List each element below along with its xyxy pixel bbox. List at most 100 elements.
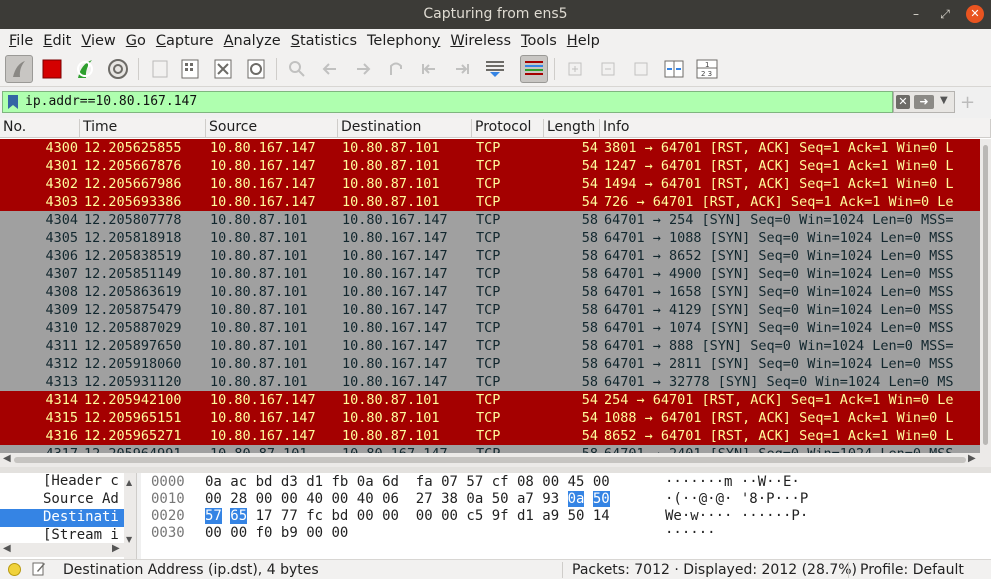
packet-row[interactable]: 4312 12.205918060 10.80.87.101 10.80.167.14… (0, 355, 980, 373)
apply-filter-icon[interactable]: ➜ (914, 95, 934, 109)
colorize-icon[interactable] (520, 55, 548, 83)
bytes-hex[interactable]: 57 65 17 77 fc bd 00 00 00 00 c5 9f d1 a… (205, 508, 610, 524)
packet-time: 12.205931120 (84, 374, 182, 390)
packet-row[interactable]: 4317 12.205964991 10.80.87.101 10.80.167.14… (0, 445, 980, 453)
bytes-hex[interactable]: 0a ac bd d3 d1 fb 0a 6d fa 07 57 cf 08 0… (205, 474, 610, 490)
detail-row[interactable]: [Header c (0, 473, 124, 491)
packet-length: 58 (581, 230, 598, 246)
scroll-left-icon[interactable]: ◀ (3, 453, 11, 464)
packet-row[interactable]: 4306 12.205838519 10.80.87.101 10.80.167.14… (0, 247, 980, 265)
bytes-ascii[interactable]: ·······m ··W··E· (665, 474, 800, 490)
main-toolbar: 2 31 (0, 52, 991, 87)
detail-row[interactable]: Source Ad (0, 491, 124, 509)
go-to-packet-icon[interactable] (382, 55, 410, 83)
packet-info: 64701 → 32778 [SYN] Seq=0 Win=1024 Len=0… (604, 374, 954, 390)
save-file-icon[interactable] (176, 55, 204, 83)
column-header-info[interactable]: Info (600, 119, 991, 138)
zoom-in-icon[interactable] (561, 55, 589, 83)
layout-icon[interactable]: 2 31 (693, 55, 721, 83)
packet-row[interactable]: 4315 12.205965151 10.80.167.147 10.80.87.10… (0, 409, 980, 427)
menu-edit[interactable]: Edit (38, 33, 76, 49)
bytes-ascii[interactable]: ······ (665, 525, 716, 541)
scroll-right-icon[interactable]: ▶ (968, 453, 976, 464)
add-filter-button-icon[interactable]: + (960, 92, 975, 113)
go-first-packet-icon[interactable] (415, 55, 443, 83)
column-header-time[interactable]: Time (80, 119, 206, 138)
resize-columns-icon[interactable] (660, 55, 688, 83)
bytes-hex[interactable]: 00 00 f0 b9 00 00 (205, 525, 348, 541)
packet-row[interactable]: 4316 12.205965271 10.80.167.147 10.80.87.10… (0, 427, 980, 445)
bytes-ascii[interactable]: ·(··@·@· '8·P···P (665, 491, 808, 507)
bookmark-icon[interactable] (7, 95, 19, 109)
close-file-icon[interactable] (209, 55, 237, 83)
packet-row[interactable]: 4308 12.205863619 10.80.87.101 10.80.167.14… (0, 283, 980, 301)
go-last-packet-icon[interactable] (448, 55, 476, 83)
detail-row[interactable]: Destinati (0, 509, 124, 527)
packet-row[interactable]: 4301 12.205667876 10.80.167.147 10.80.87.10… (0, 157, 980, 175)
packet-number: 4316 (45, 428, 78, 444)
details-vscroll[interactable]: ▲ ▼ (124, 473, 136, 559)
normal-size-icon[interactable] (627, 55, 655, 83)
menu-capture[interactable]: Capture (151, 33, 219, 49)
menu-file[interactable]: File (4, 33, 38, 49)
display-filter-input[interactable]: ip.addr==10.80.167.147 (2, 91, 893, 113)
open-file-icon[interactable] (146, 55, 174, 83)
packet-row[interactable]: 4300 12.205625855 10.80.167.147 10.80.87.10… (0, 139, 980, 157)
close-icon[interactable]: ✕ (966, 5, 984, 23)
menu-analyze[interactable]: Analyze (219, 33, 286, 49)
packet-length: 54 (581, 158, 598, 174)
bytes-hex[interactable]: 00 28 00 00 40 00 40 06 27 38 0a 50 a7 9… (205, 491, 610, 507)
column-header-destination[interactable]: Destination (338, 119, 472, 138)
column-header-protocol[interactable]: Protocol (472, 119, 544, 138)
menu-tools[interactable]: Tools (516, 33, 562, 49)
packet-row[interactable]: 4313 12.205931120 10.80.87.101 10.80.167.14… (0, 373, 980, 391)
packet-list-vscroll[interactable] (980, 139, 991, 453)
reload-file-icon[interactable] (242, 55, 270, 83)
packet-list-hscroll[interactable]: ◀ ▶ (0, 453, 991, 467)
zoom-out-icon[interactable] (594, 55, 622, 83)
packet-protocol: TCP (476, 140, 501, 156)
packet-row[interactable]: 4309 12.205875479 10.80.87.101 10.80.167.14… (0, 301, 980, 319)
packet-row[interactable]: 4305 12.205818918 10.80.87.101 10.80.167.14… (0, 229, 980, 247)
restart-capture-icon[interactable] (71, 55, 99, 83)
menu-help[interactable]: Help (562, 33, 605, 49)
profile-indicator[interactable]: Profile: Default (860, 562, 964, 578)
column-header-length[interactable]: Length (544, 119, 600, 138)
bytes-ascii[interactable]: We·w···· ······P· (665, 508, 808, 524)
packet-row[interactable]: 4303 12.205693386 10.80.167.147 10.80.87.10… (0, 193, 980, 211)
packet-number: 4311 (45, 338, 78, 354)
column-header-source[interactable]: Source (206, 119, 338, 138)
menu-go[interactable]: Go (121, 33, 151, 49)
packet-destination: 10.80.87.101 (342, 410, 440, 426)
packet-time: 12.205625855 (84, 140, 182, 156)
filter-history-dropdown-icon[interactable]: ▼ (940, 95, 948, 106)
packet-row[interactable]: 4310 12.205887029 10.80.87.101 10.80.167.14… (0, 319, 980, 337)
packet-row[interactable]: 4314 12.205942100 10.80.167.147 10.80.87.10… (0, 391, 980, 409)
packet-source: 10.80.167.147 (210, 194, 316, 210)
restore-icon[interactable]: ⤢ (936, 5, 954, 23)
packet-row[interactable]: 4302 12.205667986 10.80.167.147 10.80.87.10… (0, 175, 980, 193)
packet-row[interactable]: 4304 12.205807778 10.80.87.101 10.80.167.14… (0, 211, 980, 229)
packet-row[interactable]: 4307 12.205851149 10.80.87.101 10.80.167.14… (0, 265, 980, 283)
minimize-icon[interactable]: – (907, 5, 925, 23)
clear-filter-icon[interactable]: ✕ (896, 95, 910, 109)
edit-comment-icon[interactable] (32, 561, 46, 576)
packet-protocol: TCP (476, 284, 501, 300)
column-header-no[interactable]: No. (0, 119, 80, 138)
find-packet-icon[interactable] (283, 55, 311, 83)
menu-statistics[interactable]: Statistics (286, 33, 362, 49)
autoscroll-icon[interactable] (481, 55, 509, 83)
menu-telephony[interactable]: Telephony (362, 33, 445, 49)
details-hscroll[interactable]: ◀ ▶ (0, 543, 124, 557)
menu-view[interactable]: View (76, 33, 120, 49)
menu-wireless[interactable]: Wireless (445, 33, 516, 49)
go-back-icon[interactable] (316, 55, 344, 83)
go-forward-icon[interactable] (349, 55, 377, 83)
capture-options-icon[interactable] (104, 55, 132, 83)
packet-protocol: TCP (476, 248, 501, 264)
packet-row[interactable]: 4311 12.205897650 10.80.87.101 10.80.167.14… (0, 337, 980, 355)
expert-info-icon[interactable] (8, 563, 21, 576)
stop-capture-icon[interactable] (38, 55, 66, 83)
packet-protocol: TCP (476, 428, 501, 444)
shark-fin-start-icon[interactable] (5, 55, 33, 83)
